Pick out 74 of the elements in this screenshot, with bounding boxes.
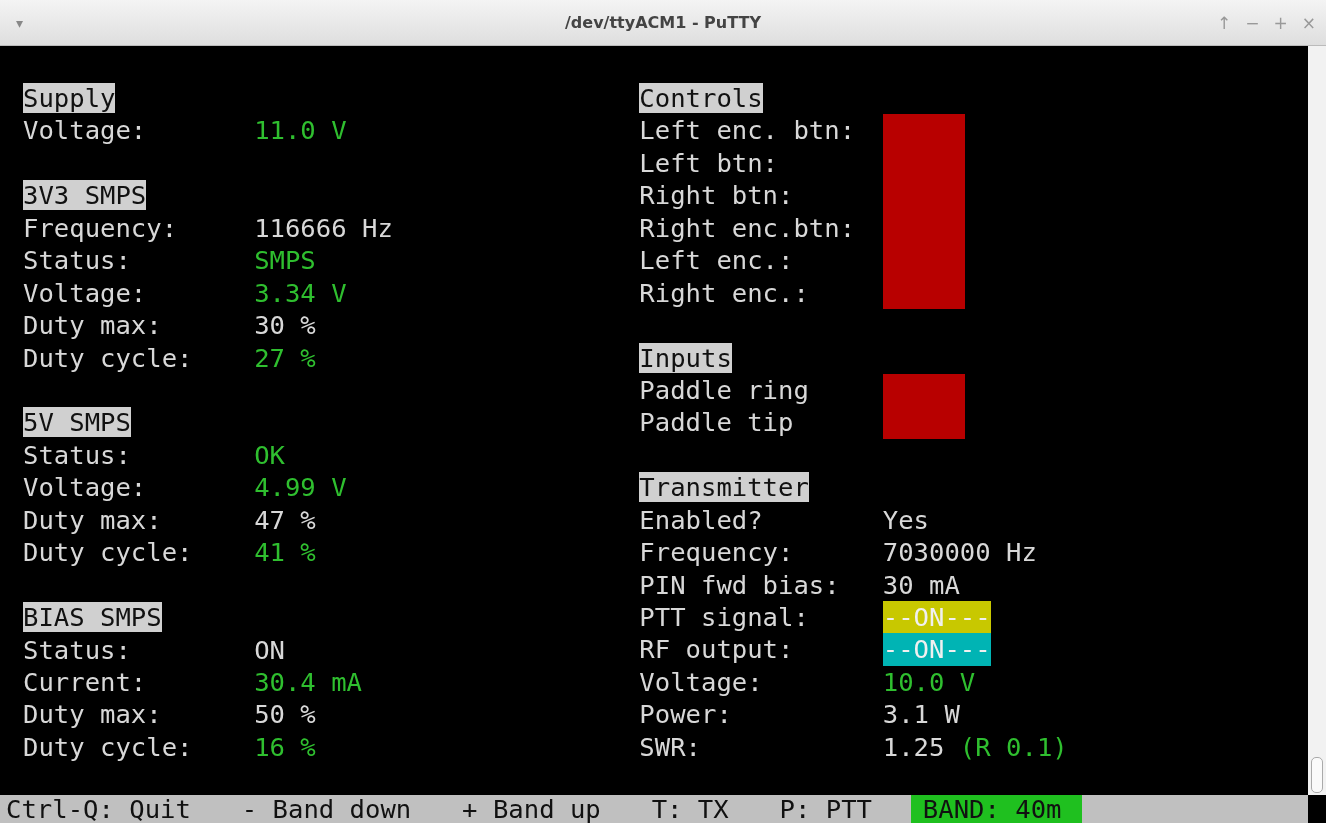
field-value: 30 % bbox=[254, 309, 316, 342]
field-label: Duty cycle: bbox=[23, 730, 194, 764]
key-hint: - Band down bbox=[241, 795, 412, 823]
field-label: Status: bbox=[23, 244, 132, 277]
field-value: OK bbox=[254, 438, 285, 472]
section-heading: BIAS SMPS bbox=[23, 602, 162, 633]
window-control-button[interactable]: ↑ bbox=[1217, 12, 1232, 33]
field-label: Current: bbox=[23, 665, 148, 699]
field-label: Right enc.btn: bbox=[639, 211, 857, 245]
key-hint: Ctrl-Q: Quit bbox=[6, 795, 191, 823]
field-value: 11.0 V bbox=[254, 114, 347, 147]
field-label: Voltage: bbox=[639, 665, 764, 699]
field-value: Yes bbox=[882, 503, 930, 537]
field-label: Left enc.: bbox=[639, 244, 795, 277]
window-menu-button[interactable]: ▾ bbox=[16, 14, 24, 31]
field-label: Left btn: bbox=[639, 146, 780, 180]
field-label: Duty max: bbox=[23, 503, 163, 537]
key-hint: P: PTT bbox=[779, 795, 872, 823]
field-label: Duty cycle: bbox=[23, 536, 194, 569]
field-label: Paddle ring bbox=[639, 373, 810, 407]
section-heading: 3V3 SMPS bbox=[23, 180, 147, 211]
field-value: 3.34 V bbox=[254, 276, 347, 310]
section-heading: Inputs bbox=[639, 342, 732, 373]
field-label: Status: bbox=[23, 438, 132, 472]
field-label: Frequency: bbox=[639, 536, 795, 569]
field-label: Status: bbox=[23, 633, 132, 666]
section-heading: Supply bbox=[23, 83, 116, 113]
field-label: Duty cycle: bbox=[23, 341, 194, 374]
field-value: 30.4 mA bbox=[254, 665, 362, 699]
field-value: 10.0 V bbox=[882, 665, 976, 699]
field-value: 41 % bbox=[254, 536, 316, 569]
field-value: 4.99 V bbox=[254, 471, 347, 504]
field-label: Voltage: bbox=[23, 114, 148, 147]
field-label: Left enc. btn: bbox=[639, 114, 857, 147]
field-value: 1.25 bbox=[882, 730, 945, 764]
field-label: Enabled? bbox=[639, 503, 764, 537]
field-label: Power: bbox=[639, 698, 733, 731]
field-value: 7030000 Hz bbox=[882, 536, 1037, 569]
field-value: --ON--- bbox=[882, 633, 991, 666]
field-value: 3.1 W bbox=[882, 698, 960, 731]
field-value: SMPS bbox=[254, 244, 316, 277]
section-heading: Transmitter bbox=[639, 472, 809, 503]
scrollbar[interactable] bbox=[1308, 46, 1326, 795]
window-control-button[interactable]: − bbox=[1245, 12, 1260, 33]
field-label: RF output: bbox=[639, 633, 795, 666]
field-value: 50 % bbox=[254, 698, 316, 731]
field-label: SWR: bbox=[639, 730, 702, 764]
field-value: 16 % bbox=[254, 730, 316, 764]
field-value: ON bbox=[254, 633, 285, 666]
field-value: --ON--- bbox=[882, 601, 991, 634]
field-value: 30 mA bbox=[882, 568, 960, 602]
window-title: /dev/ttyACM1 - PuTTY bbox=[565, 13, 761, 32]
field-label: PTT signal: bbox=[639, 601, 810, 634]
field-label: Duty max: bbox=[23, 698, 163, 731]
field-label: PIN fwd bias: bbox=[639, 568, 841, 602]
field-label: Right enc.: bbox=[639, 276, 810, 310]
key-hint: + Band up bbox=[462, 795, 601, 823]
field-value: 116666 Hz bbox=[254, 211, 393, 245]
window-control-button[interactable]: + bbox=[1273, 12, 1288, 33]
field-label: Voltage: bbox=[23, 276, 148, 310]
field-value: 27 % bbox=[254, 341, 316, 374]
field-label: Frequency: bbox=[23, 211, 179, 245]
field-label: Voltage: bbox=[23, 471, 148, 504]
field-label: Paddle tip bbox=[639, 406, 795, 439]
section-heading: 5V SMPS bbox=[23, 407, 131, 438]
window-control-button[interactable]: × bbox=[1301, 12, 1316, 33]
field-value: 47 % bbox=[254, 503, 316, 537]
field-value: (R 0.1) bbox=[959, 730, 1068, 764]
field-label: Duty max: bbox=[23, 309, 163, 342]
key-hint: T: TX bbox=[651, 795, 729, 823]
section-heading: Controls bbox=[639, 83, 763, 113]
key-hint: BAND: 40m bbox=[910, 795, 1082, 823]
field-label: Right btn: bbox=[639, 179, 795, 212]
scrollbar-thumb[interactable] bbox=[1311, 757, 1323, 793]
